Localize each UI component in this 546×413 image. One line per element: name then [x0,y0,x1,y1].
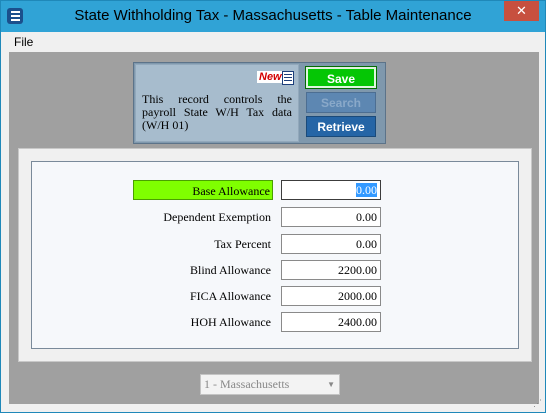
title-bar[interactable]: State Withholding Tax - Massachusetts - … [1,1,545,32]
blind-allowance-input[interactable]: 2200.00 [281,260,381,280]
chevron-down-icon[interactable]: ▼ [327,375,335,394]
close-button[interactable]: ✕ [504,1,539,21]
record-header: New! This record controls the payroll St… [133,62,386,144]
info-text: This record controls the payroll State W… [142,92,292,132]
dependent-exemption-label: Dependent Exemption [163,210,271,224]
field-row-fica-allowance: FICA Allowance 2000.00 [32,286,518,308]
tax-percent-label: Tax Percent [214,237,271,251]
field-row-base-allowance: Base Allowance 0.00 [32,180,518,202]
menu-file[interactable]: File [14,35,33,49]
state-select[interactable]: 1 - Massachusetts ▼ [200,374,340,395]
window-title: State Withholding Tax - Massachusetts - … [74,7,472,24]
client-area: New! This record controls the payroll St… [9,52,539,404]
field-row-blind-allowance: Blind Allowance 2200.00 [32,260,518,282]
base-allowance-input[interactable]: 0.00 [281,180,381,200]
dependent-exemption-input[interactable]: 0.00 [281,207,381,227]
document-icon[interactable] [282,71,294,85]
main-window: State Withholding Tax - Massachusetts - … [0,0,546,413]
save-button[interactable]: Save [305,66,377,89]
fica-allowance-input[interactable]: 2000.00 [281,286,381,306]
hoh-allowance-label: HOH Allowance [190,315,271,329]
fica-allowance-label: FICA Allowance [190,289,271,303]
fields-group: Base Allowance 0.00 Dependent Exemption … [31,161,519,349]
search-button[interactable]: Search [306,92,376,113]
field-row-dependent-exemption: Dependent Exemption 0.00 [32,207,518,229]
retrieve-button[interactable]: Retrieve [306,116,376,137]
field-row-tax-percent: Tax Percent 0.00 [32,234,518,256]
resize-grip-icon[interactable]: ⋰ [533,398,542,409]
blind-allowance-label: Blind Allowance [190,263,271,277]
state-select-value: 1 - Massachusetts [204,377,290,391]
menu-bar: File [8,32,538,52]
hoh-allowance-input[interactable]: 2400.00 [281,312,381,332]
base-allowance-label: Base Allowance [133,180,273,200]
fields-panel: Base Allowance 0.00 Dependent Exemption … [18,148,532,362]
field-row-hoh-allowance: HOH Allowance 2400.00 [32,312,518,334]
tax-percent-input[interactable]: 0.00 [281,234,381,254]
info-panel: New! This record controls the payroll St… [135,64,299,142]
